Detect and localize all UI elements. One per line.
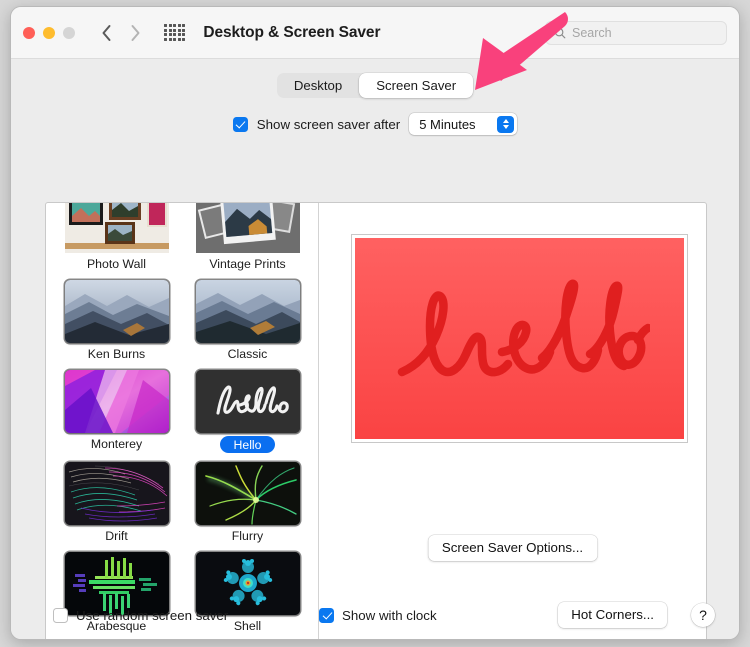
screen-saver-thumbnail xyxy=(196,203,300,253)
screen-saver-thumbnail xyxy=(196,280,300,343)
up-down-chevron-icon[interactable] xyxy=(497,116,514,133)
screen-saver-list[interactable]: Photo Wall xyxy=(46,203,319,640)
hot-corners-button[interactable]: Hot Corners... xyxy=(558,602,667,628)
show-with-clock-checkbox[interactable] xyxy=(319,608,334,623)
show-with-clock-label: Show with clock xyxy=(342,608,437,623)
screen-saver-name: Ken Burns xyxy=(88,347,145,361)
back-button[interactable] xyxy=(100,23,113,43)
screen-saver-name: Vintage Prints xyxy=(209,257,285,271)
forward-button[interactable] xyxy=(129,23,142,43)
show-screen-saver-after-label: Show screen saver after xyxy=(257,117,400,132)
use-random-screen-saver-checkbox[interactable] xyxy=(53,608,68,623)
show-screen-saver-after-checkbox[interactable] xyxy=(233,117,248,132)
list-item[interactable]: Photo Wall xyxy=(60,203,173,271)
list-item[interactable]: Flurry xyxy=(191,462,304,543)
tab-desktop[interactable]: Desktop xyxy=(277,73,359,98)
show-screen-saver-after-row: Show screen saver after 5 Minutes xyxy=(11,113,739,135)
list-item[interactable]: Classic xyxy=(191,280,304,361)
list-item[interactable]: Monterey xyxy=(60,370,173,453)
screen-saver-options-button[interactable]: Screen Saver Options... xyxy=(428,535,597,561)
traffic-lights xyxy=(23,27,75,39)
screen-saver-thumbnail xyxy=(196,370,300,433)
screen-saver-panel: Photo Wall xyxy=(45,202,707,640)
use-random-screen-saver-row[interactable]: Use random screen saver xyxy=(53,608,228,623)
preview-screen xyxy=(355,238,684,439)
screen-saver-name: Photo Wall xyxy=(87,257,146,271)
system-preferences-window: Desktop & Screen Saver Search Desktop Sc… xyxy=(10,6,740,640)
all-preferences-grid-icon[interactable] xyxy=(164,24,185,41)
tab-bar: Desktop Screen Saver xyxy=(11,73,739,98)
window-toolbar: Desktop & Screen Saver Search xyxy=(11,7,739,59)
screen-saver-delay-dropdown[interactable]: 5 Minutes xyxy=(409,113,517,135)
screen-saver-thumbnail xyxy=(65,280,169,343)
tab-screen-saver[interactable]: Screen Saver xyxy=(359,73,473,98)
screen-saver-name: Flurry xyxy=(232,529,263,543)
screen-saver-thumbnail xyxy=(65,370,169,433)
close-button[interactable] xyxy=(23,27,35,39)
search-placeholder: Search xyxy=(572,26,612,40)
screen-saver-name: Monterey xyxy=(91,437,142,451)
screen-saver-name: Classic xyxy=(228,347,268,361)
show-with-clock-row[interactable]: Show with clock xyxy=(319,608,437,623)
search-field[interactable]: Search xyxy=(545,21,727,45)
preference-pane-body: Desktop Screen Saver Show screen saver a… xyxy=(11,59,739,640)
chevron-right-icon xyxy=(129,23,142,43)
list-item[interactable]: Vintage Prints xyxy=(191,203,304,271)
page-title: Desktop & Screen Saver xyxy=(203,24,380,42)
segmented-control: Desktop Screen Saver xyxy=(277,73,473,98)
list-item[interactable]: Ken Burns xyxy=(60,280,173,361)
screen-saver-thumbnail xyxy=(65,462,169,525)
help-button[interactable]: ? xyxy=(691,603,715,627)
search-icon xyxy=(554,27,566,39)
hello-wordmark xyxy=(390,274,650,404)
chevron-left-icon xyxy=(100,23,113,43)
use-random-screen-saver-label: Use random screen saver xyxy=(76,608,228,623)
screen-saver-preview-side: Screen Saver Options... xyxy=(319,203,706,640)
screen-saver-thumbnail xyxy=(196,462,300,525)
list-item[interactable]: Drift xyxy=(60,462,173,543)
screen-saver-name: Drift xyxy=(105,529,128,543)
list-item[interactable]: Hello xyxy=(191,370,304,453)
preview-frame xyxy=(352,235,687,442)
zoom-button[interactable] xyxy=(63,27,75,39)
bottom-bar: Use random screen saver Show with clock … xyxy=(11,590,739,640)
navigation-buttons xyxy=(100,23,142,43)
minimize-button[interactable] xyxy=(43,27,55,39)
screen-saver-thumbnail xyxy=(65,203,169,253)
screen-saver-name: Hello xyxy=(220,436,274,453)
screen-saver-delay-value: 5 Minutes xyxy=(419,117,475,132)
